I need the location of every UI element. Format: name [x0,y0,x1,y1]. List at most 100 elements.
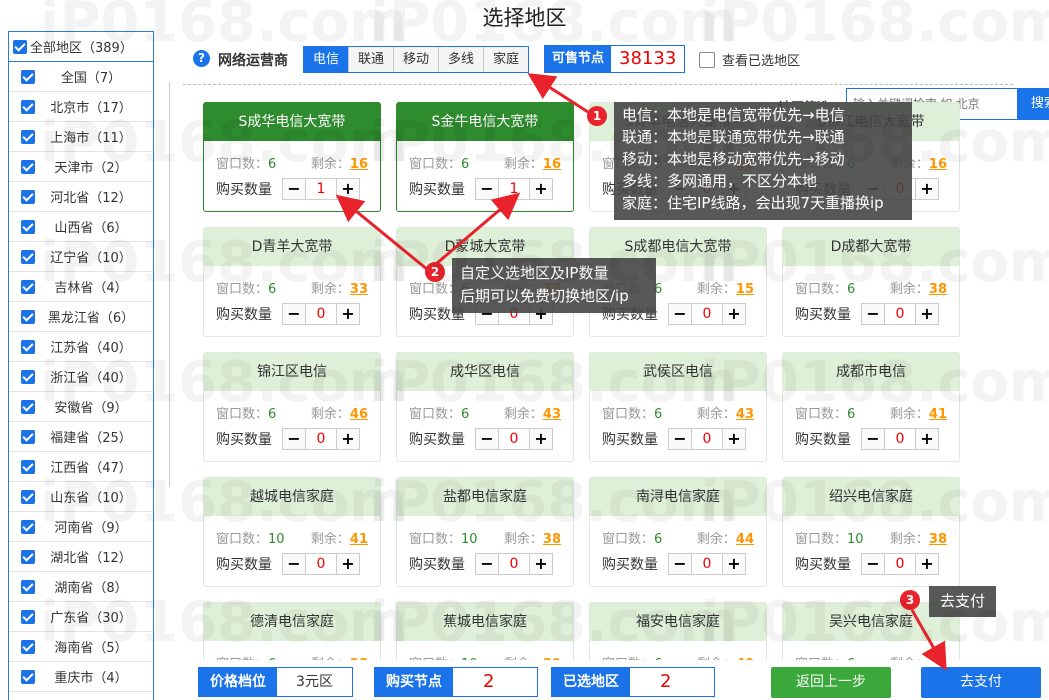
pay-button[interactable]: 去支付 [921,667,1041,698]
sidebar-item[interactable]: 上海市（11） [9,122,153,152]
minus-button[interactable]: − [283,304,305,324]
minus-button[interactable]: − [283,554,305,574]
plus-button[interactable]: + [337,554,359,574]
remaining-value[interactable]: 43 [736,407,754,422]
minus-button[interactable]: − [669,429,691,449]
checkbox-checked-icon[interactable] [21,369,35,384]
checkbox-checked-icon[interactable] [21,309,35,324]
remaining-value[interactable]: 15 [736,282,754,297]
plus-button[interactable]: + [530,179,552,199]
quantity-value[interactable]: 0 [305,554,337,574]
back-button[interactable]: 返回上一步 [771,667,891,698]
sidebar-item[interactable]: 天津市（2） [9,152,153,182]
sidebar-item[interactable]: 全国（7） [9,62,153,92]
quantity-value[interactable]: 0 [305,429,337,449]
checkbox-checked-icon[interactable] [21,219,35,234]
minus-button[interactable]: − [476,429,498,449]
remaining-value[interactable]: 41 [350,532,368,547]
view-selected-toggle[interactable]: 查看已选地区 [699,50,800,69]
plus-button[interactable]: + [916,179,938,199]
region-card-title[interactable]: D青羊大宽带 [204,228,380,266]
checkbox-unchecked-icon[interactable] [699,51,715,68]
region-card[interactable]: 盐都电信家庭 窗口数：10 剩余：38 购买数量 −0 + [396,477,574,587]
sidebar-item-all[interactable]: 全部地区（389） [9,32,153,62]
region-card[interactable]: 绍兴电信家庭 窗口数：10 剩余：38 购买数量 −0 + [782,477,960,587]
plus-button[interactable]: + [723,304,745,324]
plus-button[interactable]: + [337,179,359,199]
plus-button[interactable]: + [337,429,359,449]
quantity-value[interactable]: 0 [884,304,916,324]
quantity-value[interactable]: 0 [691,429,723,449]
region-card-title[interactable]: D成都大宽带 [783,228,959,266]
sidebar-item[interactable]: 河北省（12） [9,182,153,212]
region-card[interactable]: 成都市电信 窗口数：6 剩余：41 购买数量 −0 + [782,352,960,462]
sidebar-item[interactable]: 山西省（6） [9,212,153,242]
sidebar-item[interactable]: 江苏省（40） [9,332,153,362]
region-card-title[interactable]: 锦江区电信 [204,353,380,391]
checkbox-checked-icon[interactable] [21,579,35,594]
minus-button[interactable]: − [669,304,691,324]
region-card[interactable]: 武侯区电信 窗口数：6 剩余：43 购买数量 −0 + [589,352,767,462]
plus-button[interactable]: + [723,554,745,574]
minus-button[interactable]: − [669,554,691,574]
region-card-title[interactable]: 武侯区电信 [590,353,766,391]
sidebar-item[interactable]: 重庆市（4） [9,662,153,692]
quantity-value[interactable]: 0 [498,429,530,449]
minus-button[interactable]: − [476,179,498,199]
checkbox-checked-icon[interactable] [21,69,35,84]
remaining-value[interactable]: 16 [929,157,947,172]
minus-button[interactable]: − [283,429,305,449]
plus-button[interactable]: + [337,304,359,324]
isp-tab[interactable]: 联通 [348,47,394,72]
remaining-value[interactable]: 44 [736,532,754,547]
region-card[interactable]: 越城电信家庭 窗口数：10 剩余：41 购买数量 −0 + [203,477,381,587]
remaining-value[interactable]: 16 [350,157,368,172]
region-card-title[interactable]: 成华区电信 [397,353,573,391]
help-icon[interactable]: ? [193,50,210,67]
minus-button[interactable]: − [476,554,498,574]
checkbox-checked-icon[interactable] [21,609,35,624]
sidebar-item[interactable]: 山东省（10） [9,482,153,512]
sidebar-item[interactable]: 安徽省（9） [9,392,153,422]
quantity-value[interactable]: 0 [305,304,337,324]
sidebar-item[interactable]: 海南省（5） [9,632,153,662]
sidebar-item[interactable]: 北京市（17） [9,92,153,122]
remaining-value[interactable]: 46 [350,407,368,422]
checkbox-checked-icon[interactable] [21,639,35,654]
sidebar-item[interactable]: 福建省（25） [9,422,153,452]
quantity-value[interactable]: 0 [884,554,916,574]
region-card-title[interactable]: 蕉城电信家庭 [397,603,573,641]
quantity-value[interactable]: 0 [691,304,723,324]
remaining-value[interactable]: 41 [929,407,947,422]
checkbox-checked-icon[interactable] [21,129,35,144]
minus-button[interactable]: − [283,179,305,199]
plus-button[interactable]: + [916,554,938,574]
minus-button[interactable]: − [862,429,884,449]
checkbox-checked-icon[interactable] [13,39,27,54]
checkbox-checked-icon[interactable] [21,489,35,504]
checkbox-checked-icon[interactable] [21,429,35,444]
checkbox-checked-icon[interactable] [21,189,35,204]
sidebar-item[interactable]: 湖北省（12） [9,542,153,572]
checkbox-checked-icon[interactable] [21,669,35,684]
region-card-title[interactable]: 越城电信家庭 [204,478,380,516]
plus-button[interactable]: + [530,554,552,574]
sidebar-item[interactable]: 吉林省（4） [9,272,153,302]
region-card[interactable]: 锦江区电信 窗口数：6 剩余：46 购买数量 −0 + [203,352,381,462]
quantity-value[interactable]: 0 [498,554,530,574]
region-card-title[interactable]: 成都市电信 [783,353,959,391]
checkbox-checked-icon[interactable] [21,399,35,414]
checkbox-checked-icon[interactable] [21,279,35,294]
remaining-value[interactable]: 33 [350,282,368,297]
sidebar-item[interactable]: 江西省（47） [9,452,153,482]
minus-button[interactable]: − [862,304,884,324]
checkbox-checked-icon[interactable] [21,99,35,114]
checkbox-checked-icon[interactable] [21,549,35,564]
checkbox-checked-icon[interactable] [21,519,35,534]
region-card[interactable]: 成华区电信 窗口数：6 剩余：43 购买数量 −0 + [396,352,574,462]
region-card[interactable]: D青羊大宽带 窗口数：6 剩余：33 购买数量 −0 + [203,227,381,337]
isp-tab[interactable]: 家庭 [483,47,529,72]
quantity-value[interactable]: 0 [884,429,916,449]
region-card-title[interactable]: S成华电信大宽带 [204,103,380,141]
sidebar-item[interactable]: 黑龙江省（6） [9,302,153,332]
